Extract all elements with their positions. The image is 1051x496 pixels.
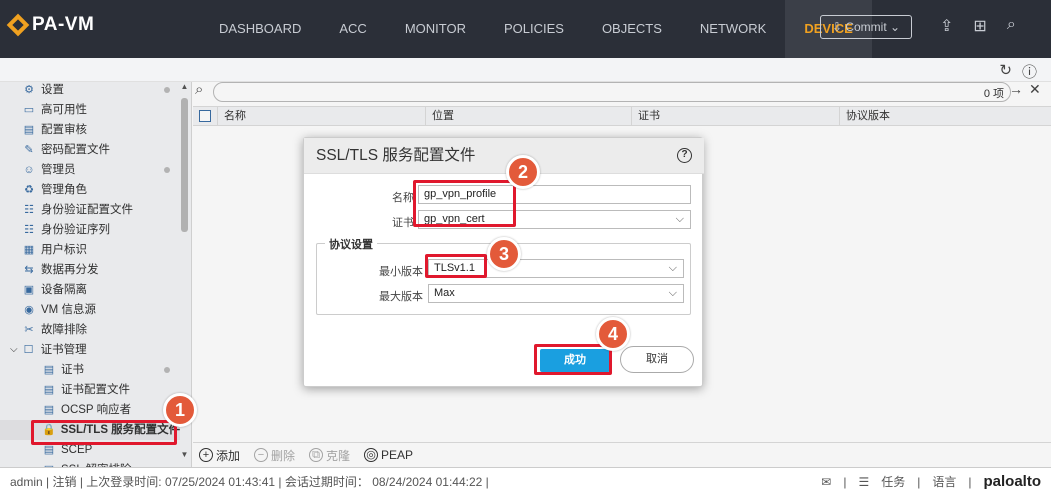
highlight-box-sidebar <box>31 420 177 445</box>
app-logo: PA-VM <box>6 13 95 37</box>
top-navigation-bar: PA-VM DASHBOARD ACC MONITOR POLICIES OBJ… <box>0 0 1051 58</box>
tab-network[interactable]: NETWORK <box>681 0 785 58</box>
language-link[interactable]: 语言 <box>932 468 956 496</box>
max-version-select[interactable]: Max ⌵ <box>428 284 684 303</box>
commit-label: Commit <box>845 20 887 34</box>
top-icons: ⇪ ⊞ ⌕ <box>940 16 1016 36</box>
tab-objects[interactable]: OBJECTS <box>583 0 681 58</box>
dialog-title: SSL/TLS 服务配置文件 ? <box>304 138 704 174</box>
status-user: admin <box>10 475 43 489</box>
cancel-button[interactable]: 取消 <box>620 346 694 373</box>
sub-toolbar: ↻ ⓘ <box>0 58 1051 82</box>
step-marker-3: 3 <box>487 237 521 271</box>
highlight-box-min-version <box>425 254 487 278</box>
max-version-value: Max <box>434 287 455 299</box>
help-icon[interactable]: ⓘ <box>1022 61 1037 82</box>
tasks-link[interactable]: 任务 <box>881 468 905 496</box>
mail-icon[interactable]: ✉ <box>821 468 831 496</box>
session-expire: 会话过期时间： 08/24/2024 01:44:22 <box>284 475 483 489</box>
lock-commit-icon[interactable]: ⇪ <box>940 16 953 36</box>
chevron-down-icon: ⌵ <box>675 213 684 225</box>
main-tabs: DASHBOARD ACC MONITOR POLICIES OBJECTS N… <box>200 0 872 58</box>
search-icon[interactable]: ⌕ <box>1007 16 1016 36</box>
tab-monitor[interactable]: MONITOR <box>386 0 485 58</box>
cert-label: 证书 <box>392 217 414 229</box>
help-icon[interactable]: ? <box>677 148 692 163</box>
tab-policies[interactable]: POLICIES <box>485 0 583 58</box>
protocol-settings-legend: 协议设置 <box>325 236 377 252</box>
logo-icon <box>6 13 30 37</box>
commit-icon: ⇩ <box>831 20 842 34</box>
step-marker-2: 2 <box>506 155 540 189</box>
brand-logo: paloalto <box>983 473 1041 490</box>
chevron-down-icon: ⌵ <box>668 287 677 299</box>
highlight-box-ok-button <box>534 344 612 375</box>
status-bar: admin | 注销 | 上次登录时间: 07/25/2024 01:43:41… <box>0 467 1051 495</box>
commit-button[interactable]: ⇩ Commit ⌄ <box>820 15 912 39</box>
chevron-down-icon: ⌵ <box>668 262 677 274</box>
highlight-box-name-cert <box>413 180 516 227</box>
dialog-title-text: SSL/TLS 服务配置文件 <box>316 147 476 164</box>
min-version-label: 最小版本 <box>379 266 423 278</box>
name-label: 名称 <box>392 192 414 204</box>
step-marker-1: 1 <box>163 393 197 427</box>
step-marker-4: 4 <box>596 317 630 351</box>
tasks-icon: ☰ <box>858 475 870 489</box>
config-icon[interactable]: ⊞ <box>973 16 986 36</box>
tab-acc[interactable]: ACC <box>320 0 385 58</box>
tab-dashboard[interactable]: DASHBOARD <box>200 0 320 58</box>
logout-link[interactable]: 注销 <box>52 475 76 489</box>
refresh-icon[interactable]: ↻ <box>999 61 1012 82</box>
app-title: PA-VM <box>32 14 95 35</box>
last-login: 上次登录时间: 07/25/2024 01:43:41 <box>86 475 276 489</box>
max-version-label: 最大版本 <box>379 291 423 303</box>
chevron-down-icon: ⌄ <box>890 20 901 34</box>
